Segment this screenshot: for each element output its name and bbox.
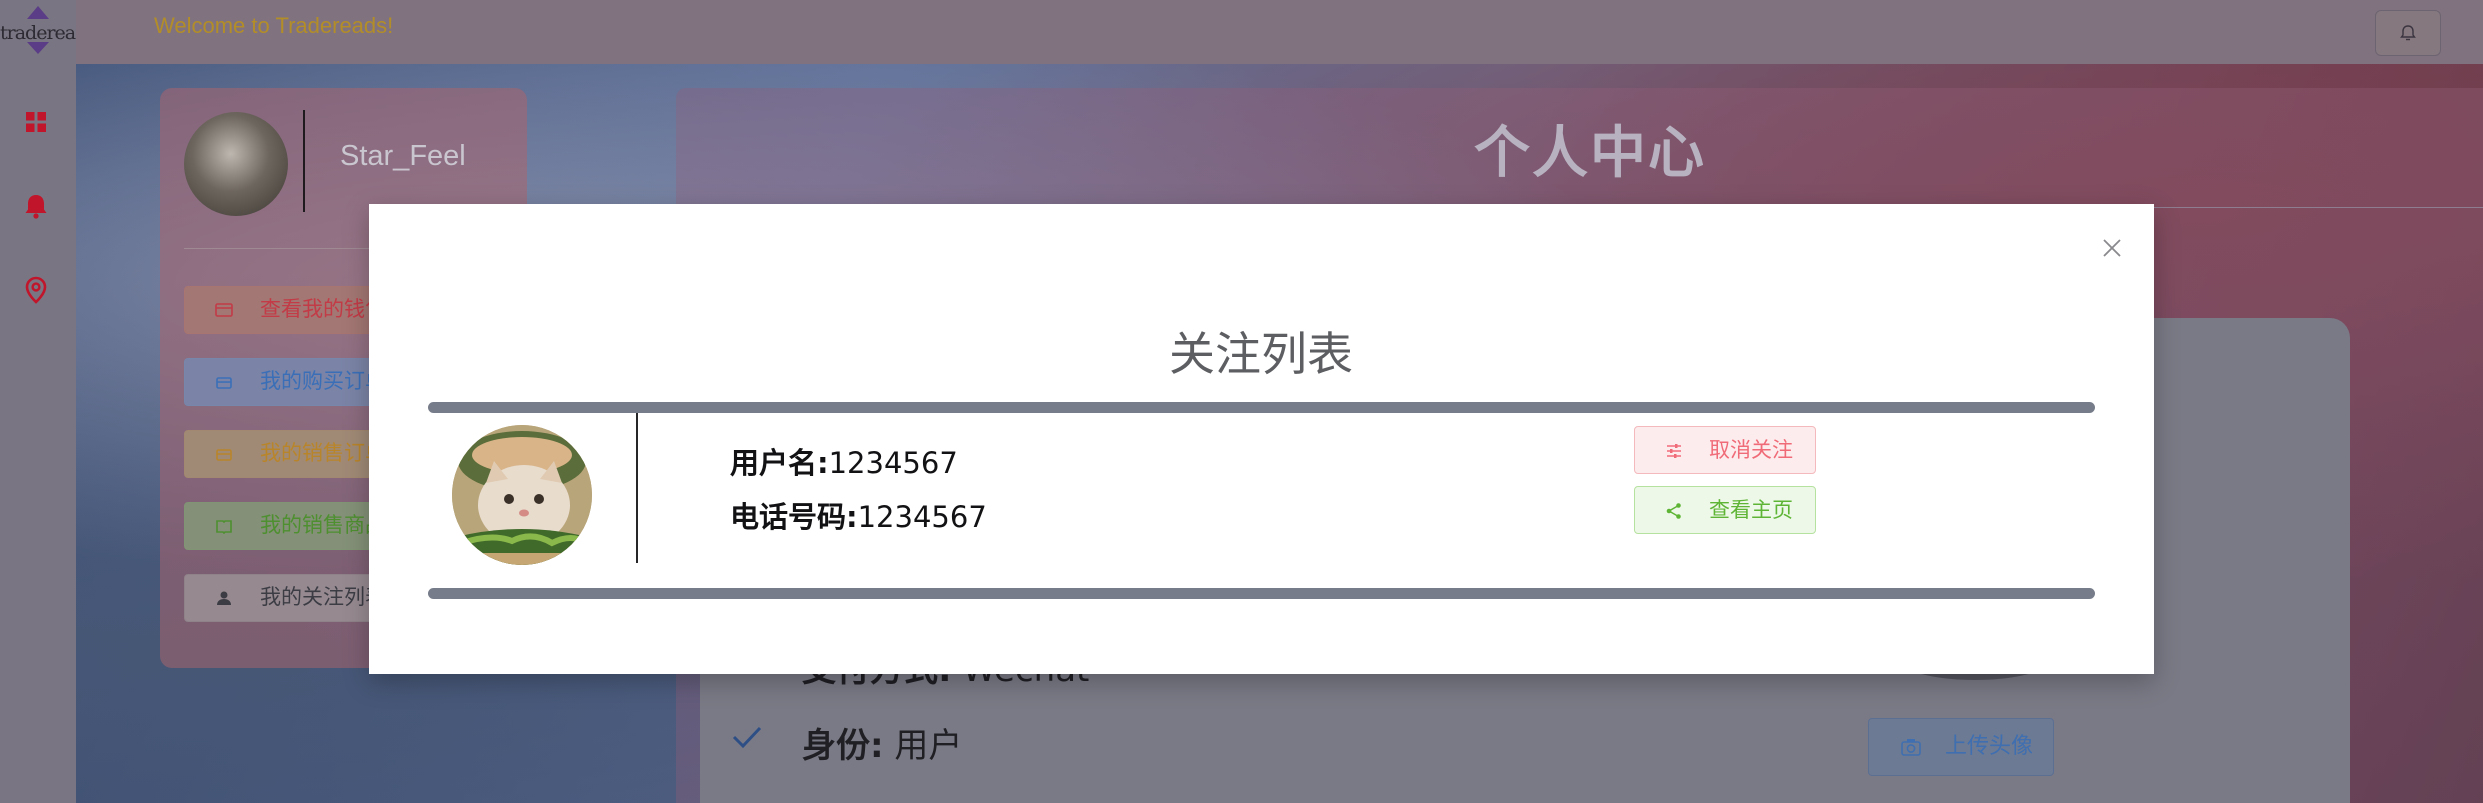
identity-value: 用户 xyxy=(894,726,963,766)
list-bottom-bar xyxy=(428,588,2095,599)
followed-user-avatar[interactable] xyxy=(452,425,592,565)
divider xyxy=(636,413,638,563)
cat-burger-avatar xyxy=(452,425,592,565)
user-icon xyxy=(217,591,231,605)
follow-list-label: 我的关注列表 xyxy=(260,586,386,609)
sales-orders-label: 我的销售订单 xyxy=(260,442,386,465)
bell-icon[interactable] xyxy=(20,190,52,222)
share-icon xyxy=(1666,503,1681,519)
sales-items-label: 我的销售商品 xyxy=(260,514,386,537)
upload-avatar-button[interactable]: 上传头像 xyxy=(1868,718,2054,776)
bell-outline-icon xyxy=(2400,25,2416,41)
unfollow-label: 取消关注 xyxy=(1709,438,1793,462)
dashboard-icon[interactable] xyxy=(20,106,52,138)
identity-row: 身份: 用户 xyxy=(734,718,962,767)
phone-label: 电话号码: xyxy=(730,500,858,534)
close-icon[interactable] xyxy=(2100,236,2124,260)
username-field: 用户名:1234567 xyxy=(730,440,958,482)
camera-icon xyxy=(1901,739,1921,756)
location-icon[interactable] xyxy=(20,274,52,306)
modal-title: 关注列表 xyxy=(1169,327,1353,381)
identity-label: 身份: xyxy=(802,726,884,766)
username-value: 1234567 xyxy=(828,446,958,480)
phone-value: 1234567 xyxy=(857,500,987,534)
notification-button[interactable] xyxy=(2375,10,2441,56)
wallet-icon xyxy=(215,303,233,317)
upload-avatar-label: 上传头像 xyxy=(1945,734,2034,759)
box-icon xyxy=(216,449,232,461)
view-home-button[interactable]: 查看主页 xyxy=(1634,486,1816,534)
page-title: 个人中心 xyxy=(1474,121,1706,186)
list-top-bar xyxy=(428,402,2095,413)
welcome-text: Welcome to Tradereads! xyxy=(154,13,394,38)
book-icon xyxy=(216,520,232,534)
logo[interactable]: tradereads xyxy=(0,0,96,62)
left-rail: tradereads xyxy=(0,0,96,803)
view-home-label: 查看主页 xyxy=(1709,498,1793,522)
unfollow-button[interactable]: 取消关注 xyxy=(1634,426,1816,474)
sliders-icon xyxy=(1667,444,1681,458)
divider xyxy=(303,110,305,212)
profile-username: Star_Feel xyxy=(340,140,466,172)
logo-text: tradereads xyxy=(0,22,96,44)
profile-avatar xyxy=(184,112,288,216)
username-label: 用户名: xyxy=(730,446,829,480)
top-bar: Welcome to Tradereads! xyxy=(76,0,2483,64)
phone-field: 电话号码:1234567 xyxy=(730,494,987,536)
